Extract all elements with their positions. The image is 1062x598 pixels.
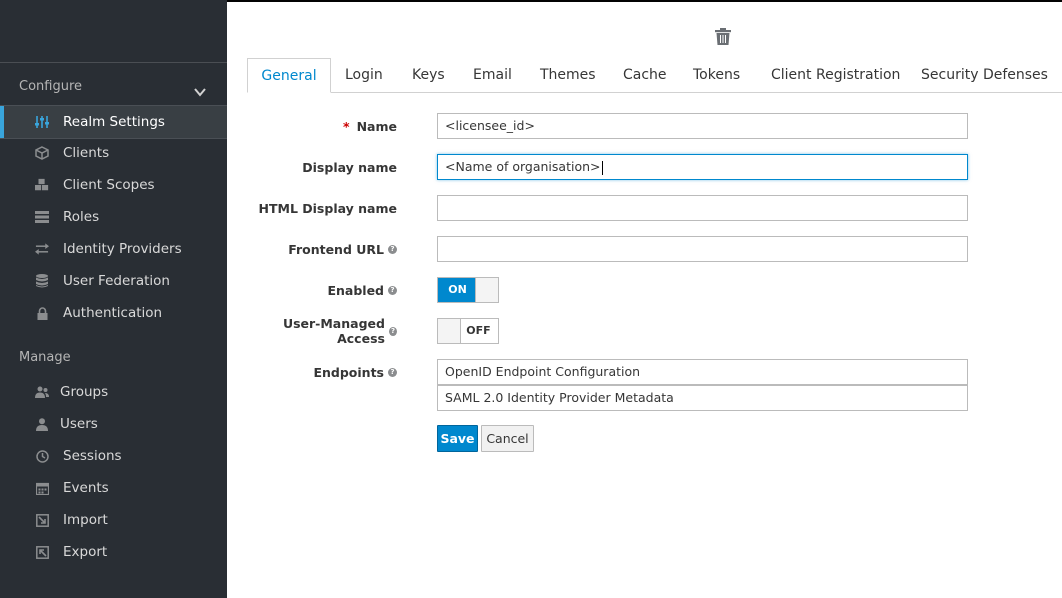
sidebar-item-label: Events xyxy=(63,480,109,496)
sidebar-item-roles[interactable]: Roles xyxy=(0,201,227,233)
cube-icon xyxy=(35,146,49,160)
exchange-icon xyxy=(35,242,49,256)
frontend-url-input[interactable] xyxy=(437,236,968,262)
display-name-label: Display name xyxy=(247,154,397,180)
database-icon xyxy=(35,274,49,288)
help-icon[interactable]: ? xyxy=(388,244,397,254)
sidebar-item-users[interactable]: Users xyxy=(0,408,227,440)
toggle-knob xyxy=(438,319,461,343)
enabled-label: Enabled? xyxy=(247,277,397,303)
trash-icon[interactable] xyxy=(715,28,731,45)
frontend-url-label-text: Frontend URL xyxy=(288,241,384,257)
text-cursor xyxy=(601,160,603,175)
tab-client-registration[interactable]: Client Registration xyxy=(771,58,900,92)
help-icon[interactable]: ? xyxy=(388,285,397,295)
sidebar-item-client-scopes[interactable]: Client Scopes xyxy=(0,169,227,201)
sidebar-item-label: Users xyxy=(60,416,98,432)
tab-security-defenses[interactable]: Security Defenses xyxy=(921,58,1048,92)
required-asterisk: * xyxy=(343,118,350,134)
sidebar-item-label: Identity Providers xyxy=(63,241,182,257)
tab-login[interactable]: Login xyxy=(345,58,383,92)
display-name-label-text: Display name xyxy=(302,159,397,175)
tab-themes[interactable]: Themes xyxy=(540,58,596,92)
tab-bar: General Login Keys Email Themes Cache To… xyxy=(247,58,1062,93)
export-icon xyxy=(35,545,49,559)
toggle-off-label: OFF xyxy=(466,324,491,337)
sliders-icon xyxy=(35,115,49,129)
cancel-button[interactable]: Cancel xyxy=(481,425,534,452)
toggle-on-label: ON xyxy=(438,278,477,302)
tab-cache[interactable]: Cache xyxy=(623,58,667,92)
users-icon xyxy=(35,385,49,399)
sidebar-item-label: User Federation xyxy=(63,273,170,289)
html-display-name-label-text: HTML Display name xyxy=(258,200,397,216)
sidebar-item-authentication[interactable]: Authentication xyxy=(0,297,227,329)
sidebar-item-label: Groups xyxy=(60,384,109,400)
sidebar-item-sessions[interactable]: Sessions xyxy=(0,440,227,472)
sidebar-item-label: Roles xyxy=(63,209,100,225)
sidebar-item-export[interactable]: Export xyxy=(0,536,227,568)
sidebar-item-user-federation[interactable]: User Federation xyxy=(0,265,227,297)
sidebar-item-groups[interactable]: Groups xyxy=(0,376,227,408)
help-icon[interactable]: ? xyxy=(388,367,397,377)
endpoints-label: Endpoints? xyxy=(247,359,397,385)
sidebar-item-events[interactable]: Events xyxy=(0,472,227,504)
tab-email[interactable]: Email xyxy=(473,58,512,92)
import-icon xyxy=(35,513,49,527)
user-managed-access-label: User-Managed Access? xyxy=(247,316,397,346)
display-name-input-value: <Name of organisation> xyxy=(445,159,601,174)
manage-section-label: Manage xyxy=(19,350,71,365)
help-icon[interactable]: ? xyxy=(388,326,397,336)
toggle-knob xyxy=(475,278,498,302)
configure-section-label: Configure xyxy=(19,79,83,94)
sidebar-item-identity-providers[interactable]: Identity Providers xyxy=(0,233,227,265)
name-label-text: Name xyxy=(356,118,397,134)
html-display-name-input[interactable] xyxy=(437,195,968,221)
list-icon xyxy=(35,210,49,224)
name-label: * Name xyxy=(247,113,397,139)
clock-icon xyxy=(35,449,49,463)
sidebar-item-realm-settings[interactable]: Realm Settings xyxy=(0,105,227,139)
saml-endpoint-link[interactable]: SAML 2.0 Identity Provider Metadata xyxy=(437,385,968,411)
lock-icon xyxy=(35,306,49,320)
sidebar-item-label: Clients xyxy=(63,145,110,161)
sidebar-item-label: Client Scopes xyxy=(63,177,155,193)
name-input[interactable]: <licensee_id> xyxy=(437,113,968,139)
enabled-label-text: Enabled xyxy=(327,282,384,298)
tab-tokens[interactable]: Tokens xyxy=(693,58,740,92)
frontend-url-label: Frontend URL? xyxy=(247,236,397,262)
chevron-down-icon[interactable] xyxy=(194,87,206,97)
save-button[interactable]: Save xyxy=(437,425,478,452)
cubes-icon xyxy=(35,178,49,192)
enabled-toggle[interactable]: ON xyxy=(437,277,499,303)
sidebar-divider xyxy=(0,62,227,63)
sidebar-item-label: Import xyxy=(63,512,108,528)
endpoints-label-text: Endpoints xyxy=(313,364,384,380)
sidebar-item-label: Authentication xyxy=(63,305,163,321)
user-icon xyxy=(35,417,49,431)
sidebar-item-label: Sessions xyxy=(63,448,122,464)
html-display-name-label: HTML Display name xyxy=(247,195,397,221)
user-managed-access-label-text: User-Managed Access xyxy=(282,316,385,346)
sidebar-item-import[interactable]: Import xyxy=(0,504,227,536)
openid-endpoint-link[interactable]: OpenID Endpoint Configuration xyxy=(437,359,968,385)
tab-general[interactable]: General xyxy=(247,58,331,93)
sidebar-item-clients[interactable]: Clients xyxy=(0,137,227,169)
sidebar-item-label: Realm Settings xyxy=(63,114,165,130)
user-managed-access-toggle[interactable]: OFF xyxy=(437,318,499,344)
calendar-icon xyxy=(35,481,49,495)
display-name-input[interactable]: <Name of organisation> xyxy=(437,154,968,180)
sidebar-item-label: Export xyxy=(63,544,108,560)
sidebar: Configure Realm Settings Clients Client … xyxy=(0,0,227,598)
tab-keys[interactable]: Keys xyxy=(412,58,445,92)
